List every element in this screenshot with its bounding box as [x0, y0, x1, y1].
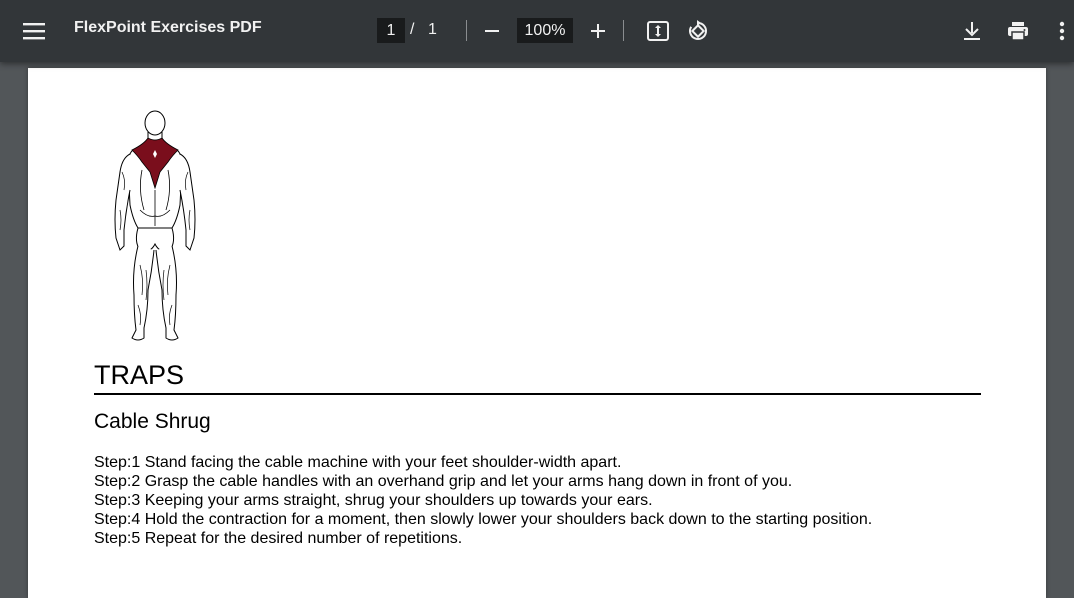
page-number-input[interactable]: 1 [377, 18, 405, 43]
fit-to-page-icon [647, 21, 669, 41]
rotate-button[interactable] [682, 15, 714, 47]
page-separator: / [410, 21, 415, 38]
muscle-diagram [114, 110, 196, 341]
download-button[interactable] [956, 15, 988, 47]
exercise-steps: Step:1 Stand facing the cable machine wi… [94, 453, 872, 548]
zoom-input[interactable]: 100% [517, 18, 573, 43]
exercise-title: Cable Shrug [94, 410, 211, 433]
step-line: Step:5 Repeat for the desired number of … [94, 530, 463, 547]
print-button[interactable] [1002, 15, 1034, 47]
step-line: Step:4 Hold the contraction for a moment… [94, 511, 873, 528]
step-line: Step:3 Keeping your arms straight, shrug… [94, 492, 653, 509]
more-options-icon [1059, 21, 1065, 41]
more-options-button[interactable] [1046, 15, 1074, 47]
zoom-in-button[interactable] [582, 15, 614, 47]
heading-divider [94, 393, 981, 395]
menu-icon [23, 23, 45, 40]
step-line: Step:2 Grasp the cable handles with an o… [94, 473, 793, 490]
step-line: Step:1 Stand facing the cable machine wi… [94, 454, 622, 471]
toolbar-divider [623, 20, 624, 41]
print-icon [1008, 22, 1028, 41]
toolbar-divider [466, 20, 467, 41]
zoom-out-button[interactable] [476, 15, 508, 47]
fit-to-page-button[interactable] [642, 15, 674, 47]
zoom-in-icon [591, 24, 605, 38]
page-total: 1 [428, 21, 437, 38]
muscle-group-heading: TRAPS [94, 360, 185, 390]
download-icon [964, 22, 980, 40]
pdf-toolbar: FlexPoint Exercises PDF 1 / 1 100% [0, 0, 1074, 62]
rotate-icon [689, 20, 707, 40]
menu-button[interactable] [18, 15, 50, 47]
zoom-out-icon [485, 30, 499, 32]
document-title: FlexPoint Exercises PDF [74, 19, 262, 36]
